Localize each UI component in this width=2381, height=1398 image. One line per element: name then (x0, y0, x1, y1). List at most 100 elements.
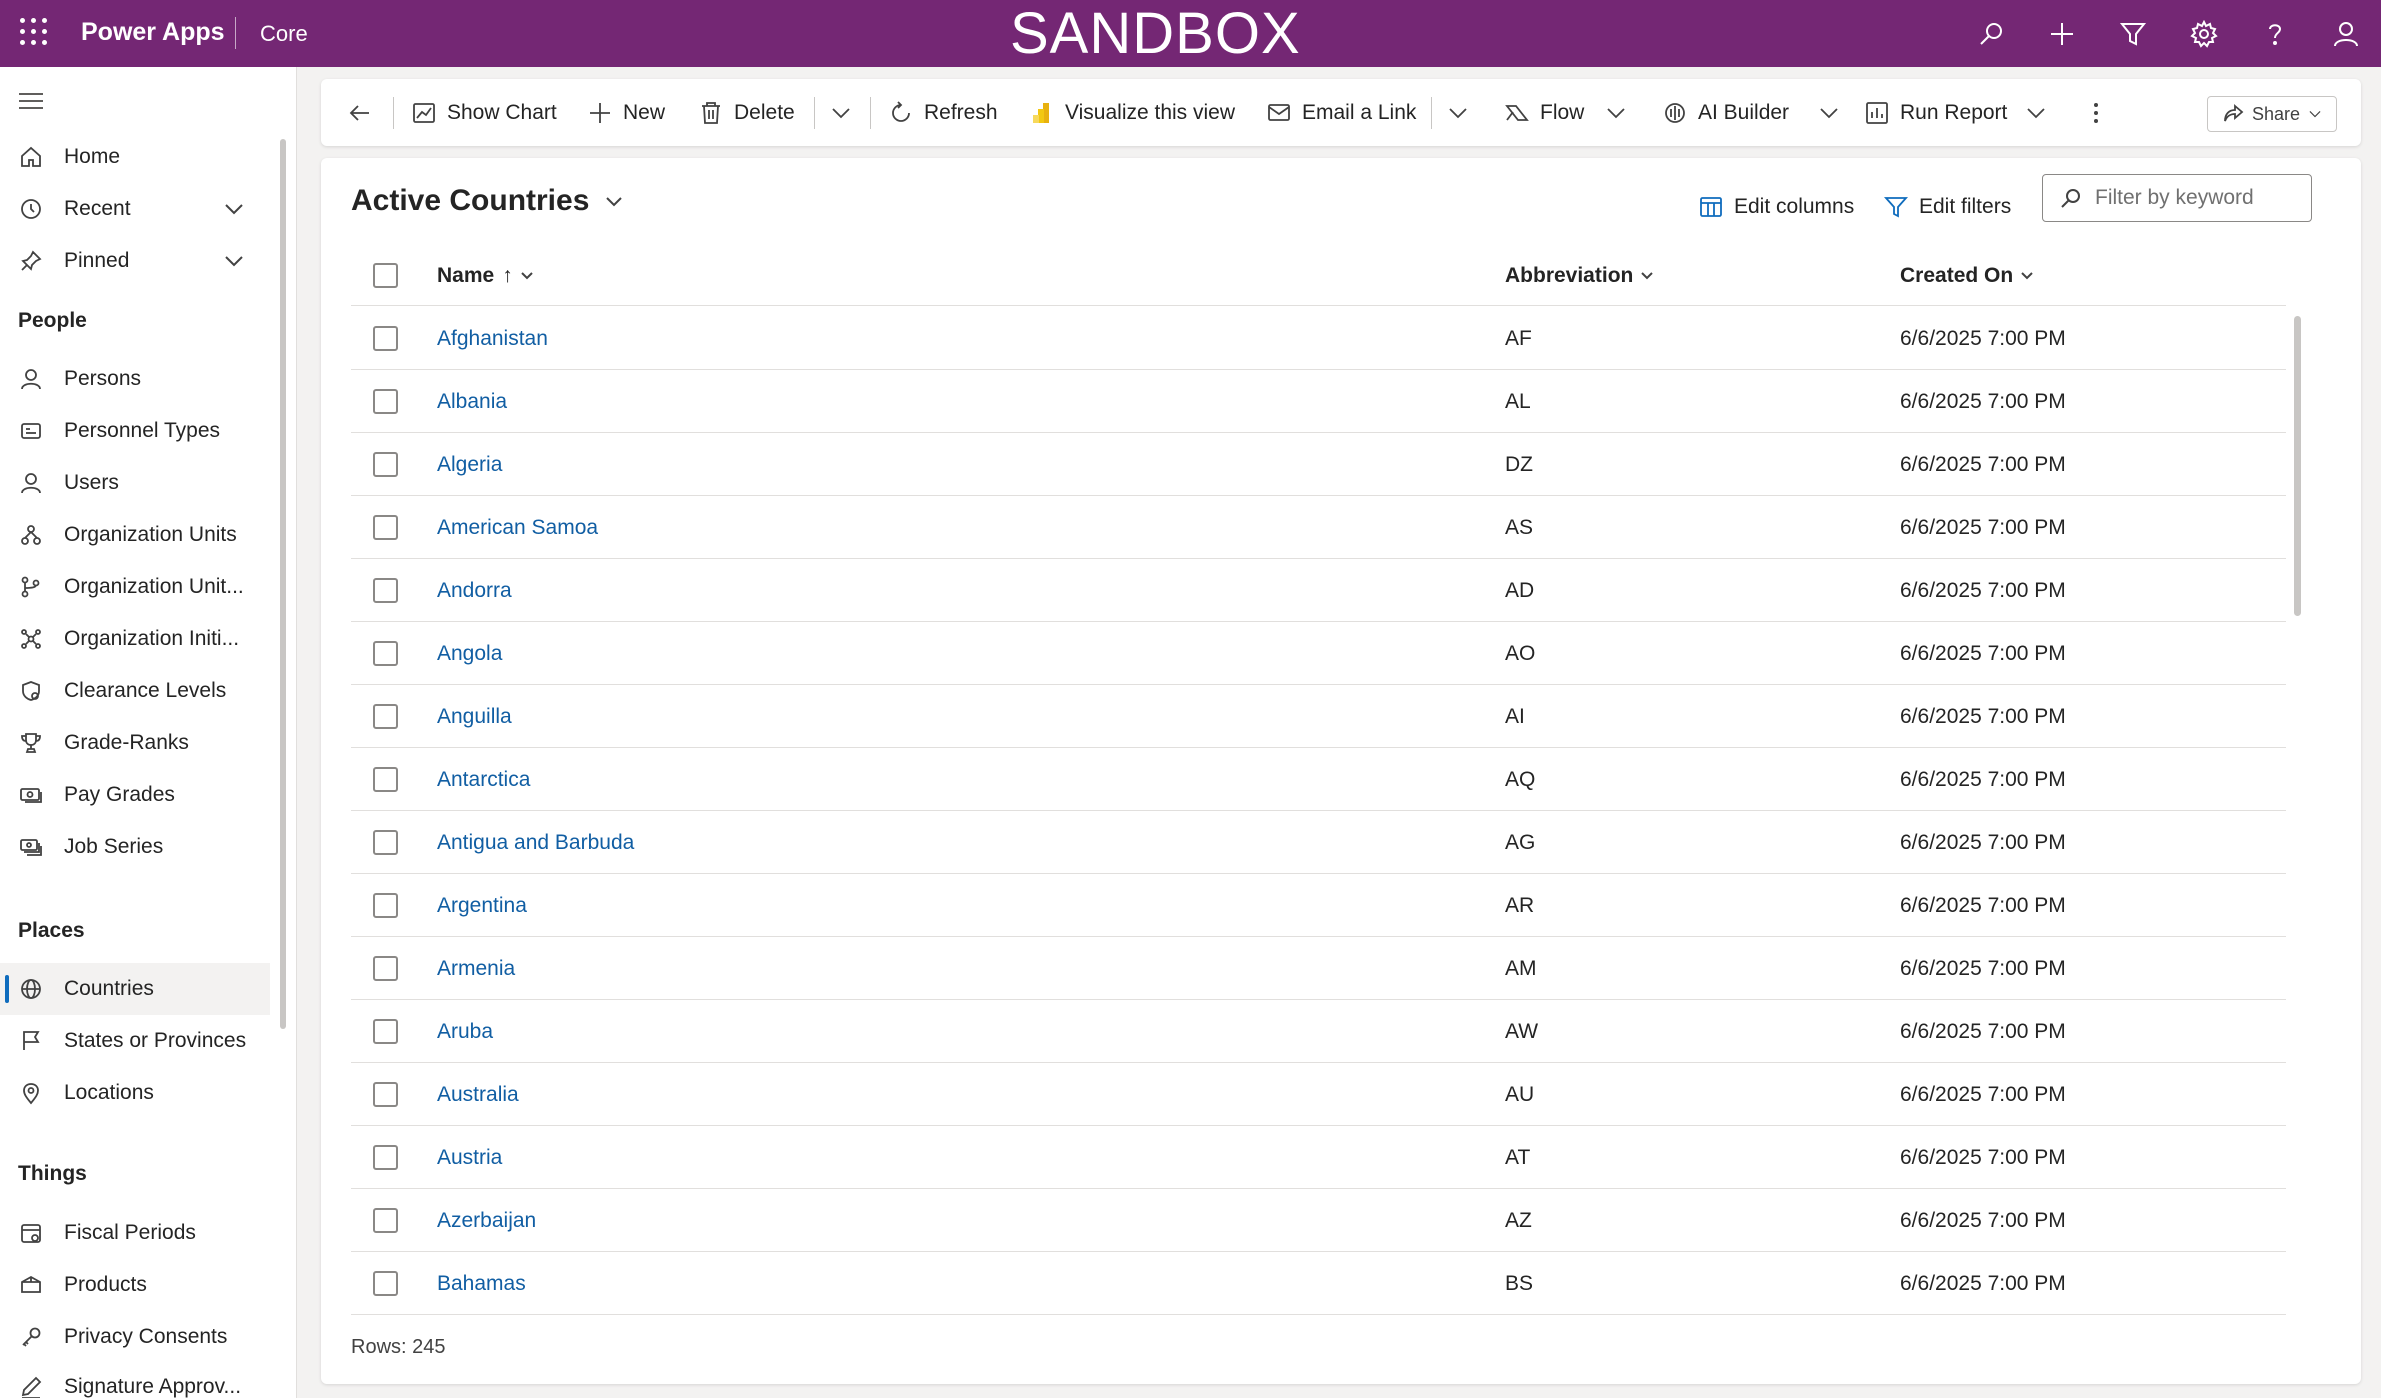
country-name-link[interactable]: Austria (437, 1146, 502, 1170)
email-link-button[interactable]: Email a Link (1266, 79, 1416, 146)
sidebar-item-locations[interactable]: Locations (0, 1067, 270, 1119)
table-row[interactable]: Algeria DZ 6/6/2025 7:00 PM (351, 433, 2286, 496)
country-name-link[interactable]: Azerbaijan (437, 1209, 536, 1233)
sidebar-item-grade-ranks[interactable]: Grade-Ranks (0, 717, 270, 769)
row-checkbox[interactable] (373, 704, 398, 729)
country-name-link[interactable]: Armenia (437, 957, 515, 981)
sidebar-item-home[interactable]: Home (0, 131, 270, 183)
row-checkbox[interactable] (373, 515, 398, 540)
country-name-link[interactable]: Bahamas (437, 1272, 526, 1296)
table-row[interactable]: Antigua and Barbuda AG 6/6/2025 7:00 PM (351, 811, 2286, 874)
sidebar-item-recent[interactable]: Recent (0, 183, 270, 235)
table-row[interactable]: Andorra AD 6/6/2025 7:00 PM (351, 559, 2286, 622)
table-row[interactable]: Australia AU 6/6/2025 7:00 PM (351, 1063, 2286, 1126)
show-chart-button[interactable]: Show Chart (411, 79, 557, 146)
country-name-link[interactable]: Antarctica (437, 768, 530, 792)
country-name-link[interactable]: Aruba (437, 1020, 493, 1044)
view-selector[interactable]: Active Countries (351, 184, 625, 218)
table-row[interactable]: Albania AL 6/6/2025 7:00 PM (351, 370, 2286, 433)
run-report-button[interactable]: Run Report (1864, 79, 2007, 146)
plus-icon[interactable] (2026, 0, 2097, 67)
sidebar-item-products[interactable]: Products (0, 1259, 270, 1311)
delete-more-button[interactable] (830, 79, 852, 146)
share-button[interactable]: Share (2207, 96, 2337, 132)
sidebar-item-countries[interactable]: Countries (0, 963, 270, 1015)
person-icon[interactable] (2310, 0, 2381, 67)
app-launcher-icon[interactable] (20, 18, 48, 46)
sidebar-item-users[interactable]: Users (0, 457, 270, 509)
flow-button[interactable]: Flow (1504, 79, 1584, 146)
column-header-name[interactable]: Name ↑ (437, 246, 535, 306)
table-row[interactable]: Armenia AM 6/6/2025 7:00 PM (351, 937, 2286, 1000)
email-more-button[interactable] (1447, 79, 1469, 146)
country-name-link[interactable]: Afghanistan (437, 327, 548, 351)
table-row[interactable]: Angola AO 6/6/2025 7:00 PM (351, 622, 2286, 685)
sidebar-item-fiscal-periods[interactable]: Fiscal Periods (0, 1207, 270, 1259)
row-checkbox[interactable] (373, 641, 398, 666)
environment-name[interactable]: Core (260, 21, 308, 47)
sidebar-item-pay-grades[interactable]: Pay Grades (0, 769, 270, 821)
new-button[interactable]: New (587, 79, 665, 146)
flow-chevron-button[interactable] (1605, 79, 1627, 146)
table-row[interactable]: American Samoa AS 6/6/2025 7:00 PM (351, 496, 2286, 559)
gear-icon[interactable] (2168, 0, 2239, 67)
edit-filters-button[interactable]: Edit filters (1883, 190, 2011, 224)
row-checkbox[interactable] (373, 1271, 398, 1296)
country-name-link[interactable]: Argentina (437, 894, 527, 918)
run-report-chevron-button[interactable] (2025, 79, 2047, 146)
more-commands-button[interactable] (2083, 79, 2119, 146)
sidebar-item-organization-initiatives[interactable]: Organization Initi... (0, 613, 270, 665)
row-checkbox[interactable] (373, 767, 398, 792)
row-checkbox[interactable] (373, 452, 398, 477)
column-header-created-on[interactable]: Created On (1900, 246, 2035, 306)
column-header-abbreviation[interactable]: Abbreviation (1505, 246, 1655, 306)
help-icon[interactable] (2239, 0, 2310, 67)
filter-icon[interactable] (2097, 0, 2168, 67)
ai-builder-button[interactable]: AI Builder (1662, 79, 1789, 146)
row-checkbox[interactable] (373, 830, 398, 855)
country-name-link[interactable]: Antigua and Barbuda (437, 831, 634, 855)
row-checkbox[interactable] (373, 1208, 398, 1233)
back-button[interactable] (347, 79, 383, 146)
delete-button[interactable]: Delete (698, 79, 795, 146)
row-checkbox[interactable] (373, 578, 398, 603)
country-name-link[interactable]: Australia (437, 1083, 519, 1107)
sidebar-item-states-or-provinces[interactable]: States or Provinces (0, 1015, 270, 1067)
row-checkbox[interactable] (373, 1019, 398, 1044)
table-row[interactable]: Afghanistan AF 6/6/2025 7:00 PM (351, 307, 2286, 370)
search-icon[interactable] (1955, 0, 2026, 67)
sidebar-item-signature-approvals[interactable]: Signature Approv... (0, 1361, 270, 1398)
table-row[interactable]: Bahamas BS 6/6/2025 7:00 PM (351, 1252, 2286, 1315)
country-name-link[interactable]: American Samoa (437, 516, 598, 540)
sidebar-scrollbar[interactable] (280, 139, 286, 1029)
country-name-link[interactable]: Angola (437, 642, 502, 666)
edit-columns-button[interactable]: Edit columns (1698, 190, 1854, 224)
sidebar-item-organization-units[interactable]: Organization Units (0, 509, 270, 561)
refresh-button[interactable]: Refresh (888, 79, 998, 146)
country-name-link[interactable]: Albania (437, 390, 507, 414)
country-name-link[interactable]: Algeria (437, 453, 502, 477)
sidebar-item-organization-unit-other[interactable]: Organization Unit... (0, 561, 270, 613)
app-name[interactable]: Power Apps (81, 18, 225, 47)
table-row[interactable]: Austria AT 6/6/2025 7:00 PM (351, 1126, 2286, 1189)
select-all-checkbox[interactable] (373, 263, 398, 288)
row-checkbox[interactable] (373, 956, 398, 981)
sidebar-item-privacy-consents[interactable]: Privacy Consents (0, 1311, 270, 1363)
row-checkbox[interactable] (373, 1145, 398, 1170)
sidebar-item-job-series[interactable]: Job Series (0, 821, 270, 873)
table-row[interactable]: Aruba AW 6/6/2025 7:00 PM (351, 1000, 2286, 1063)
sidebar-item-persons[interactable]: Persons (0, 353, 270, 405)
table-row[interactable]: Antarctica AQ 6/6/2025 7:00 PM (351, 748, 2286, 811)
country-name-link[interactable]: Andorra (437, 579, 512, 603)
row-checkbox[interactable] (373, 389, 398, 414)
country-name-link[interactable]: Anguilla (437, 705, 512, 729)
row-checkbox[interactable] (373, 1082, 398, 1107)
sidebar-item-pinned[interactable]: Pinned (0, 235, 270, 287)
grid-scrollbar[interactable] (2294, 316, 2301, 616)
chevron-down-icon[interactable] (222, 249, 246, 273)
table-row[interactable]: Azerbaijan AZ 6/6/2025 7:00 PM (351, 1189, 2286, 1252)
row-checkbox[interactable] (373, 893, 398, 918)
row-checkbox[interactable] (373, 326, 398, 351)
sidebar-item-personnel-types[interactable]: Personnel Types (0, 405, 270, 457)
visualize-view-button[interactable]: Visualize this view (1029, 79, 1235, 146)
